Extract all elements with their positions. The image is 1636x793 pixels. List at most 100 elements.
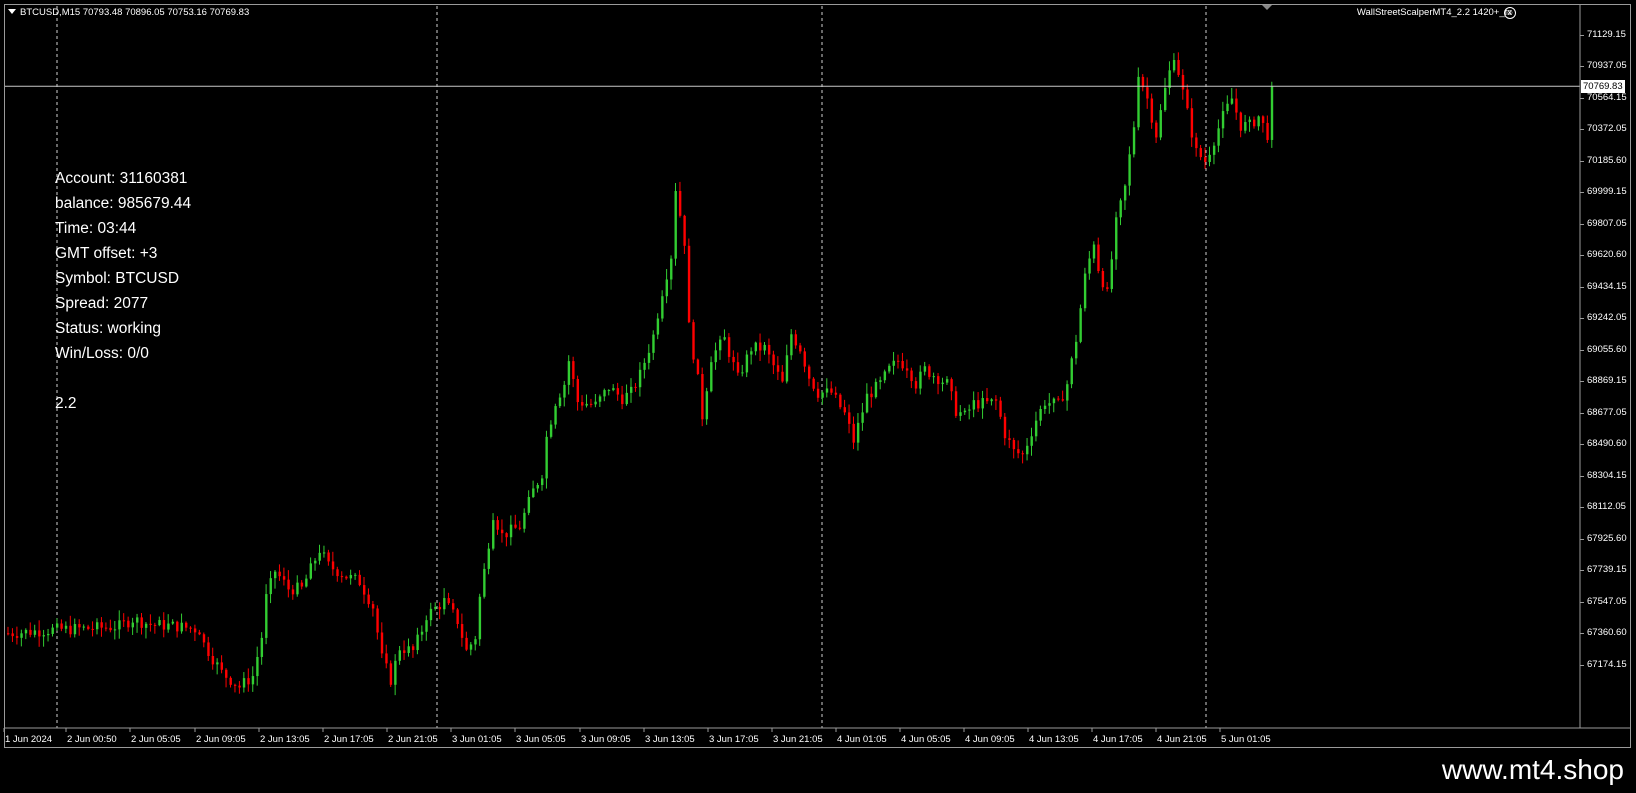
- candle-bearish: [834, 392, 838, 395]
- dropdown-triangle-icon[interactable]: [8, 9, 16, 14]
- candle-bearish: [696, 359, 700, 375]
- price-tick: [1580, 35, 1584, 36]
- price-label: 69620.60: [1587, 249, 1627, 260]
- candle-bullish: [96, 622, 99, 630]
- candle-bullish: [1208, 154, 1211, 162]
- price-label: 67925.60: [1587, 533, 1627, 544]
- candle-bearish: [233, 684, 237, 686]
- candle-bearish: [38, 630, 41, 637]
- candle-bullish: [265, 594, 268, 638]
- candle-bearish: [238, 685, 241, 688]
- candle-bearish: [7, 633, 10, 635]
- candle-bearish: [692, 322, 695, 360]
- candle-bearish: [1021, 453, 1024, 455]
- candle-bullish: [932, 376, 935, 378]
- candle-bearish: [616, 388, 620, 395]
- price-chart[interactable]: [0, 0, 1636, 793]
- candle-bearish: [127, 620, 130, 628]
- candle-bullish: [1132, 127, 1136, 155]
- candle-bullish: [790, 334, 793, 356]
- candle-bearish: [403, 650, 406, 653]
- candle-bearish: [376, 608, 379, 633]
- candle-bearish: [291, 589, 295, 595]
- price-tick: [1580, 570, 1584, 571]
- candle-bullish: [968, 409, 971, 411]
- time-label: 4 Jun 17:05: [1093, 734, 1143, 745]
- candle-bullish: [131, 622, 134, 628]
- candle-bullish: [51, 627, 54, 634]
- candle-bearish: [202, 634, 206, 643]
- candle-bearish: [1150, 98, 1154, 123]
- current-price-label: 70769.83: [1581, 80, 1625, 94]
- time-label: 2 Jun 00:50: [67, 734, 117, 745]
- candle-bullish: [394, 660, 397, 685]
- candle-bearish: [225, 669, 228, 678]
- candle-bullish: [745, 354, 749, 373]
- candle-bearish: [60, 623, 63, 629]
- candle-bearish: [678, 191, 682, 216]
- candle-bullish: [24, 629, 28, 634]
- candle-bullish: [665, 279, 668, 297]
- candle-bullish: [861, 412, 864, 423]
- candle-bearish: [808, 366, 811, 379]
- candle-bearish: [447, 598, 450, 604]
- candle-bearish: [358, 574, 361, 586]
- candle-bullish: [1128, 154, 1131, 186]
- candle-bullish: [1164, 87, 1167, 111]
- candle-bearish: [1253, 119, 1256, 127]
- candle-bearish: [153, 624, 157, 626]
- price-tick: [1580, 224, 1584, 225]
- price-tick: [1580, 350, 1584, 351]
- candle-bearish: [812, 378, 815, 389]
- candle-bearish: [91, 628, 94, 630]
- candle-bullish: [585, 403, 588, 406]
- candle-bullish: [723, 337, 726, 340]
- candle-bullish: [469, 644, 473, 650]
- time-label: 2 Jun 09:05: [196, 734, 246, 745]
- candle-bearish: [1106, 287, 1109, 289]
- candle-bearish: [460, 624, 464, 638]
- candle-bullish: [1083, 273, 1087, 309]
- candle-bullish: [741, 372, 744, 374]
- time-label: 3 Jun 17:05: [709, 734, 759, 745]
- candle-bullish: [607, 390, 611, 392]
- candle-bearish: [1181, 74, 1185, 90]
- price-label: 68869.15: [1587, 375, 1627, 386]
- smiley-icon[interactable]: ☺: [1504, 7, 1516, 19]
- candle-bullish: [536, 484, 539, 489]
- candle-bullish: [554, 406, 557, 425]
- candle-bullish: [416, 634, 419, 651]
- candle-bearish: [843, 407, 846, 413]
- price-label: 71129.15: [1587, 29, 1626, 40]
- candle-bullish: [478, 596, 482, 640]
- time-label: 4 Jun 13:05: [1029, 734, 1079, 745]
- time-label: 5 Jun 01:05: [1221, 734, 1271, 745]
- candle-bullish: [1088, 258, 1091, 274]
- candle-bearish: [1186, 89, 1189, 109]
- candle-bullish: [549, 424, 553, 437]
- candle-bearish: [1097, 244, 1100, 271]
- candle-bearish: [300, 582, 304, 587]
- candle-bearish: [229, 677, 232, 685]
- price-tick: [1580, 98, 1584, 99]
- price-tick: [1580, 381, 1584, 382]
- price-tick: [1580, 129, 1584, 130]
- chart-shift-marker[interactable]: [1262, 5, 1272, 10]
- candle-bullish: [322, 552, 326, 554]
- candle-bullish: [118, 620, 121, 630]
- candle-bullish: [1079, 308, 1082, 342]
- candle-bearish: [1061, 399, 1065, 401]
- candle-bullish: [972, 400, 976, 410]
- candle-bullish: [888, 365, 891, 372]
- candle-bullish: [750, 351, 753, 355]
- candle-bearish: [193, 628, 197, 633]
- candle-bullish: [754, 342, 757, 352]
- candle-bearish: [852, 423, 855, 443]
- candle-bullish: [567, 361, 571, 385]
- candle-bearish: [994, 399, 998, 401]
- candle-bearish: [781, 371, 784, 382]
- candle-bullish: [47, 633, 50, 636]
- candle-bullish: [318, 552, 321, 561]
- price-tick: [1580, 287, 1584, 288]
- candle-bearish: [1199, 148, 1202, 158]
